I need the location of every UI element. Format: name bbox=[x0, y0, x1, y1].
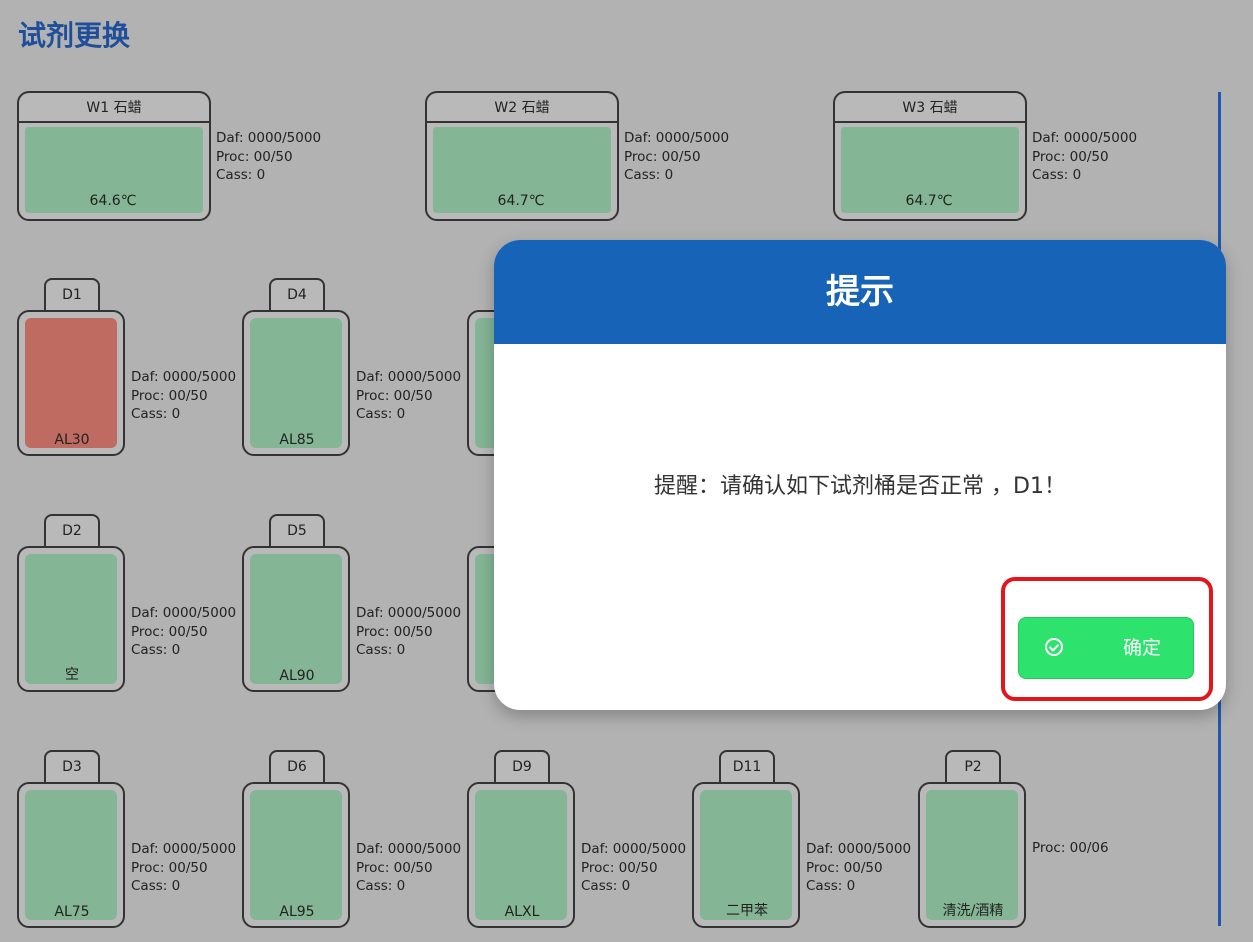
tank-d1-label: AL30 bbox=[54, 432, 90, 448]
tank-d9[interactable]: D9 ALXL bbox=[467, 750, 577, 930]
tank-d9-label: ALXL bbox=[504, 904, 540, 920]
tank-w3-info: Daf: 0000/5000 Proc: 00/50 Cass: 0 bbox=[1032, 129, 1137, 185]
tank-fill bbox=[475, 790, 567, 920]
proc-count: Proc: 00/50 bbox=[581, 859, 658, 876]
daf-count: Daf: 0000/5000 bbox=[1032, 130, 1138, 146]
tank-d9-id: D9 bbox=[494, 750, 550, 782]
tank-fill-alert bbox=[25, 318, 117, 448]
tank-w1-name: W1 石蜡 bbox=[17, 91, 211, 123]
tank-fill bbox=[250, 790, 342, 920]
cass-count: Cass: 0 bbox=[806, 878, 856, 894]
proc-count: Proc: 00/50 bbox=[356, 859, 433, 876]
tank-d6-info: Daf: 0000/5000 Proc: 00/50 Cass: 0 bbox=[356, 840, 461, 896]
cass-count: Cass: 0 bbox=[624, 167, 674, 183]
tank-d11-id: D11 bbox=[719, 750, 775, 782]
confirm-button[interactable]: 确定 bbox=[1018, 617, 1194, 679]
tank-d6-id: D6 bbox=[269, 750, 325, 782]
cass-count: Cass: 0 bbox=[356, 642, 406, 658]
proc-count: Proc: 00/50 bbox=[131, 859, 208, 876]
tank-w2-temp: 64.7℃ bbox=[497, 193, 545, 209]
daf-count: Daf: 0000/5000 bbox=[624, 130, 730, 146]
tank-d11-label: 二甲苯 bbox=[726, 903, 768, 919]
tank-d4-id: D4 bbox=[269, 278, 325, 310]
cass-count: Cass: 0 bbox=[216, 167, 266, 183]
tank-d2-info: Daf: 0000/5000 Proc: 00/50 Cass: 0 bbox=[131, 604, 236, 660]
page-title: 试剂更换 bbox=[18, 19, 131, 52]
tank-d1[interactable]: D1 AL30 bbox=[17, 278, 127, 458]
tank-d2-id: D2 bbox=[44, 514, 100, 546]
tank-w3-temp: 64.7℃ bbox=[905, 193, 953, 209]
tank-fill bbox=[25, 790, 117, 920]
cass-count: Cass: 0 bbox=[131, 642, 181, 658]
tank-d2-label: 空 bbox=[65, 667, 79, 683]
tank-d11[interactable]: D11 二甲苯 bbox=[692, 750, 802, 930]
tank-d3-id: D3 bbox=[44, 750, 100, 782]
tank-d5-id: D5 bbox=[269, 514, 325, 546]
tank-w2-info: Daf: 0000/5000 Proc: 00/50 Cass: 0 bbox=[624, 129, 729, 185]
tank-d3[interactable]: D3 AL75 bbox=[17, 750, 127, 930]
tank-d4[interactable]: D4 AL85 bbox=[242, 278, 352, 458]
daf-count: Daf: 0000/5000 bbox=[581, 841, 687, 857]
dialog-title: 提示 bbox=[494, 240, 1226, 344]
tank-d4-info: Daf: 0000/5000 Proc: 00/50 Cass: 0 bbox=[356, 368, 461, 424]
proc-count: Proc: 00/50 bbox=[216, 148, 293, 165]
tank-d5-info: Daf: 0000/5000 Proc: 00/50 Cass: 0 bbox=[356, 604, 461, 660]
tank-d4-label: AL85 bbox=[279, 432, 315, 448]
proc-count: Proc: 00/50 bbox=[131, 387, 208, 404]
daf-count: Daf: 0000/5000 bbox=[131, 369, 237, 385]
tank-w3[interactable]: W3 石蜡 64.7℃ bbox=[833, 91, 1027, 221]
cass-count: Cass: 0 bbox=[356, 878, 406, 894]
check-circle-icon bbox=[1045, 638, 1063, 656]
tank-d6-label: AL95 bbox=[279, 904, 315, 920]
daf-count: Daf: 0000/5000 bbox=[131, 605, 237, 621]
tank-p2[interactable]: P2 清洗/酒精 bbox=[918, 750, 1028, 930]
tank-d1-info: Daf: 0000/5000 Proc: 00/50 Cass: 0 bbox=[131, 368, 236, 424]
daf-count: Daf: 0000/5000 bbox=[356, 369, 462, 385]
proc-count: Proc: 00/50 bbox=[356, 623, 433, 640]
daf-count: Daf: 0000/5000 bbox=[806, 841, 912, 857]
tank-d3-info: Daf: 0000/5000 Proc: 00/50 Cass: 0 bbox=[131, 840, 236, 896]
daf-count: Daf: 0000/5000 bbox=[356, 605, 462, 621]
tank-d2[interactable]: D2 空 bbox=[17, 514, 127, 694]
proc-count: Proc: 00/50 bbox=[131, 623, 208, 640]
tank-w1[interactable]: W1 石蜡 64.6℃ bbox=[17, 91, 211, 221]
reagent-replace-screen: 试剂更换 W1 石蜡 64.6℃ Daf: 0000/5000 Proc: 00… bbox=[0, 0, 1253, 942]
daf-count: Daf: 0000/5000 bbox=[356, 841, 462, 857]
cass-count: Cass: 0 bbox=[581, 878, 631, 894]
daf-count: Daf: 0000/5000 bbox=[131, 841, 237, 857]
tank-p2-label: 清洗/酒精 bbox=[942, 903, 1004, 919]
tank-fill bbox=[250, 554, 342, 684]
tank-d5[interactable]: D5 AL90 bbox=[242, 514, 352, 694]
tank-d1-id: D1 bbox=[44, 278, 100, 310]
proc-count: Proc: 00/06 bbox=[1032, 840, 1109, 856]
tank-w1-info: Daf: 0000/5000 Proc: 00/50 Cass: 0 bbox=[216, 129, 321, 185]
tank-w1-temp: 64.6℃ bbox=[89, 193, 137, 209]
proc-count: Proc: 00/50 bbox=[356, 387, 433, 404]
tank-d5-label: AL90 bbox=[279, 668, 315, 684]
proc-count: Proc: 00/50 bbox=[1032, 148, 1109, 165]
proc-count: Proc: 00/50 bbox=[806, 859, 883, 876]
tank-d11-info: Daf: 0000/5000 Proc: 00/50 Cass: 0 bbox=[806, 840, 911, 896]
cass-count: Cass: 0 bbox=[131, 406, 181, 422]
tank-p2-id: P2 bbox=[945, 750, 1001, 782]
confirm-button-label: 确定 bbox=[1123, 637, 1162, 659]
cass-count: Cass: 0 bbox=[131, 878, 181, 894]
tank-w2[interactable]: W2 石蜡 64.7℃ bbox=[425, 91, 619, 221]
tank-d6[interactable]: D6 AL95 bbox=[242, 750, 352, 930]
cass-count: Cass: 0 bbox=[356, 406, 406, 422]
tank-fill bbox=[250, 318, 342, 448]
proc-count: Proc: 00/50 bbox=[624, 148, 701, 165]
tank-p2-info: Proc: 00/06 bbox=[1032, 839, 1109, 858]
daf-count: Daf: 0000/5000 bbox=[216, 130, 322, 146]
tank-w3-name: W3 石蜡 bbox=[833, 91, 1027, 123]
confirm-dialog: 提示 提醒：请确认如下试剂桶是否正常 ，D1！ 确定 bbox=[494, 240, 1226, 710]
tank-w2-name: W2 石蜡 bbox=[425, 91, 619, 123]
dialog-message: 提醒：请确认如下试剂桶是否正常 ，D1！ bbox=[654, 474, 1066, 499]
cass-count: Cass: 0 bbox=[1032, 167, 1082, 183]
tank-d3-label: AL75 bbox=[54, 904, 90, 920]
tank-d9-info: Daf: 0000/5000 Proc: 00/50 Cass: 0 bbox=[581, 840, 686, 896]
